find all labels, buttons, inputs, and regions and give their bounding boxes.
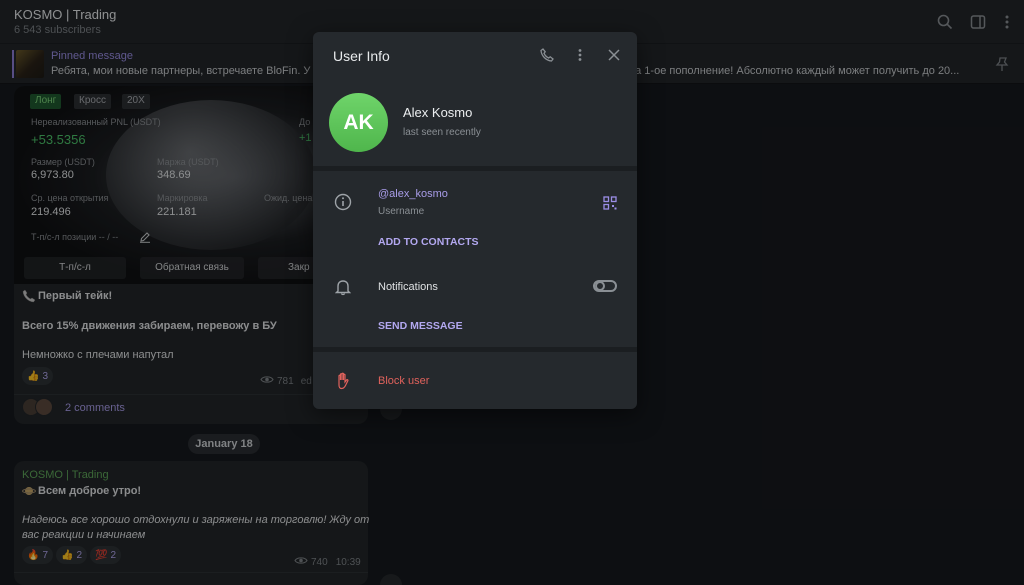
section-divider xyxy=(313,166,637,171)
close-icon[interactable] xyxy=(604,45,624,65)
hand-stop-icon xyxy=(333,371,353,391)
add-to-contacts-button[interactable]: ADD TO CONTACTS xyxy=(378,236,479,248)
more-vertical-icon[interactable] xyxy=(570,45,590,65)
avatar[interactable]: AK xyxy=(329,93,388,152)
username-label: Username xyxy=(378,206,425,217)
username-value[interactable]: @alex_kosmo xyxy=(378,188,448,200)
phone-icon[interactable] xyxy=(537,45,557,65)
section-divider xyxy=(313,347,637,352)
notifications-toggle[interactable] xyxy=(593,280,617,292)
bell-icon xyxy=(333,277,353,297)
user-name: Alex Kosmo xyxy=(403,105,473,120)
send-message-button[interactable]: SEND MESSAGE xyxy=(378,320,463,332)
telegram-window: KOSMO | Trading 6 543 subscribers Pinned… xyxy=(0,0,1024,585)
last-seen-status: last seen recently xyxy=(403,127,481,138)
qr-code-icon[interactable] xyxy=(600,193,620,213)
dialog-title: User Info xyxy=(333,48,390,64)
block-user-button[interactable]: Block user xyxy=(378,375,429,387)
info-icon xyxy=(333,192,353,212)
user-info-dialog: User Info AK Alex Kosmo last seen recent… xyxy=(313,32,637,409)
notifications-label: Notifications xyxy=(378,281,438,293)
toggle-knob xyxy=(595,281,605,291)
